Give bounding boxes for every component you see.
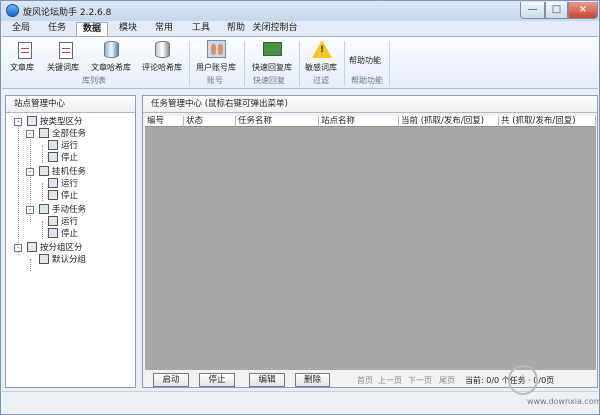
tab-data[interactable]: 数据 — [76, 22, 108, 37]
reply-icon — [262, 39, 282, 59]
ribbon-group-label: 快速回复 — [253, 76, 285, 85]
quick-reply-library-button[interactable]: 快速回复库 — [248, 39, 296, 73]
maximize-button[interactable]: □ — [545, 2, 568, 19]
monitor-icon — [48, 216, 58, 226]
ribbon-separator — [244, 41, 245, 86]
tab-common[interactable]: 常用 — [149, 22, 179, 37]
last-page-link[interactable]: 尾页 — [439, 375, 455, 386]
watermark-text: www.downxia.com — [527, 397, 600, 406]
site-tree: - 按类型区分 - 全部任务 运行 停止 - 挂机任务 运行 停止 - 手动任务… — [6, 113, 135, 387]
expand-toggle[interactable]: - — [26, 130, 34, 138]
tab-help[interactable]: 帮助 — [221, 22, 251, 37]
stop-button[interactable]: 停止 — [199, 373, 235, 387]
expand-toggle[interactable]: - — [26, 206, 34, 214]
main-window: 旋风论坛助手 2.2.6.8 — □ × 全局 任务 数据 模块 常用 工具 帮… — [0, 0, 600, 415]
title-bar[interactable]: 旋风论坛助手 2.2.6.8 — □ × — [1, 1, 599, 21]
ribbon-separator — [389, 41, 390, 86]
column-header-site-name[interactable]: 站点名称 — [319, 116, 399, 127]
ribbon-group-label: 库列表 — [82, 76, 106, 85]
app-logo-icon — [6, 4, 19, 17]
article-library-icon — [12, 39, 32, 59]
tab-close-console[interactable]: 关闭控制台 — [249, 22, 301, 37]
ribbon-separator — [344, 41, 345, 86]
column-header-id[interactable]: 编号 — [145, 116, 184, 127]
network-icon — [27, 242, 37, 252]
start-button[interactable]: 启动 — [153, 373, 189, 387]
column-header-total[interactable]: 共 (抓取/发布/回复) — [499, 116, 596, 127]
users-icon — [206, 39, 226, 59]
ribbon-group-label: 过滤 — [313, 76, 329, 85]
tree-node-by-type[interactable]: 按类型区分 — [27, 116, 83, 128]
pc-icon — [27, 116, 37, 126]
tree-node-stopped[interactable]: 停止 — [48, 190, 78, 202]
ribbon-group-label: 帮助功能 — [351, 76, 383, 85]
tree-node-default-group[interactable]: 默认分组 — [39, 254, 86, 266]
tab-tasks[interactable]: 任务 — [42, 22, 72, 37]
next-page-link[interactable]: 下一页 — [408, 375, 432, 386]
article-hash-library-button[interactable]: 文章哈希库 — [88, 39, 134, 73]
task-panel-title: 任务管理中心 (鼠标右键可弹出菜单) — [143, 96, 597, 113]
document-icon — [39, 204, 49, 214]
site-management-panel: 站点管理中心 - 按类型区分 - 全部任务 运行 停止 - 挂机任务 运行 停止… — [5, 95, 136, 388]
tree-node-running[interactable]: 运行 — [48, 178, 78, 190]
tree-node-idle-tasks[interactable]: 挂机任务 — [39, 166, 86, 178]
expand-toggle[interactable]: - — [14, 244, 22, 252]
gear-icon — [39, 166, 49, 176]
task-management-panel: 任务管理中心 (鼠标右键可弹出菜单) 编号 状态 任务名称 站点名称 当前 (抓… — [142, 95, 598, 388]
tree-node-running[interactable]: 运行 — [48, 216, 78, 228]
ribbon-separator — [299, 41, 300, 86]
tree-node-running[interactable]: 运行 — [48, 140, 78, 152]
database-icon — [152, 39, 172, 59]
site-panel-title: 站点管理中心 — [6, 96, 135, 113]
column-header-task-name[interactable]: 任务名称 — [236, 116, 319, 127]
close-button[interactable]: × — [568, 2, 598, 19]
tree-node-stopped[interactable]: 停止 — [48, 228, 78, 240]
tree-node-all-tasks[interactable]: 全部任务 — [39, 128, 86, 140]
task-table[interactable]: 编号 状态 任务名称 站点名称 当前 (抓取/发布/回复) 共 (抓取/发布/回… — [145, 116, 596, 370]
monitor-icon — [48, 228, 58, 238]
tree-node-stopped[interactable]: 停止 — [48, 152, 78, 164]
tab-global[interactable]: 全局 — [6, 22, 36, 37]
keyword-library-button[interactable]: 关键词库 — [43, 39, 83, 73]
expand-toggle[interactable]: - — [26, 168, 34, 176]
ribbon-toolbar: 文章库 关键词库 文章哈希库 评论哈希库 库列表 用户账号库 账号 快速回复库 … — [2, 36, 598, 89]
tab-modules[interactable]: 模块 — [113, 22, 143, 37]
sensitive-word-library-button[interactable]: ! 敏感词库 — [302, 39, 340, 73]
ribbon-group-label: 账号 — [207, 76, 223, 85]
expand-toggle[interactable]: - — [14, 118, 22, 126]
column-header-status[interactable]: 状态 — [184, 116, 236, 127]
window-title: 旋风论坛助手 2.2.6.8 — [23, 8, 112, 18]
folder-icon — [39, 128, 49, 138]
column-header-current[interactable]: 当前 (抓取/发布/回复) — [399, 116, 499, 127]
tab-tools[interactable]: 工具 — [186, 22, 216, 37]
menu-tabs: 全局 任务 数据 模块 常用 工具 帮助 关闭控制台 — [2, 21, 598, 37]
user-account-library-button[interactable]: 用户账号库 — [191, 39, 241, 73]
comment-hash-library-button[interactable]: 评论哈希库 — [139, 39, 185, 73]
database-icon — [101, 39, 121, 59]
keyword-library-icon — [53, 39, 73, 59]
tree-node-by-group[interactable]: 按分组区分 — [27, 242, 83, 254]
watermark: ↓ www.downxia.com — [508, 365, 600, 409]
article-library-button[interactable]: 文章库 — [6, 39, 38, 73]
previous-page-link[interactable]: 上一页 — [378, 375, 402, 386]
ribbon-separator — [189, 41, 190, 86]
watermark-logo-icon: ↓ — [508, 365, 538, 395]
monitor-icon — [48, 152, 58, 162]
monitor-icon — [48, 140, 58, 150]
delete-button[interactable]: 删除 — [295, 373, 330, 387]
minimize-button[interactable]: — — [520, 2, 545, 19]
folder-icon — [39, 254, 49, 264]
tree-node-manual-tasks[interactable]: 手动任务 — [39, 204, 86, 216]
monitor-icon — [48, 190, 58, 200]
monitor-icon — [48, 178, 58, 188]
edit-button[interactable]: 编辑 — [249, 373, 285, 387]
table-header: 编号 状态 任务名称 站点名称 当前 (抓取/发布/回复) 共 (抓取/发布/回… — [145, 116, 596, 127]
first-page-link[interactable]: 首页 — [357, 375, 373, 386]
warning-icon: ! — [311, 39, 332, 59]
